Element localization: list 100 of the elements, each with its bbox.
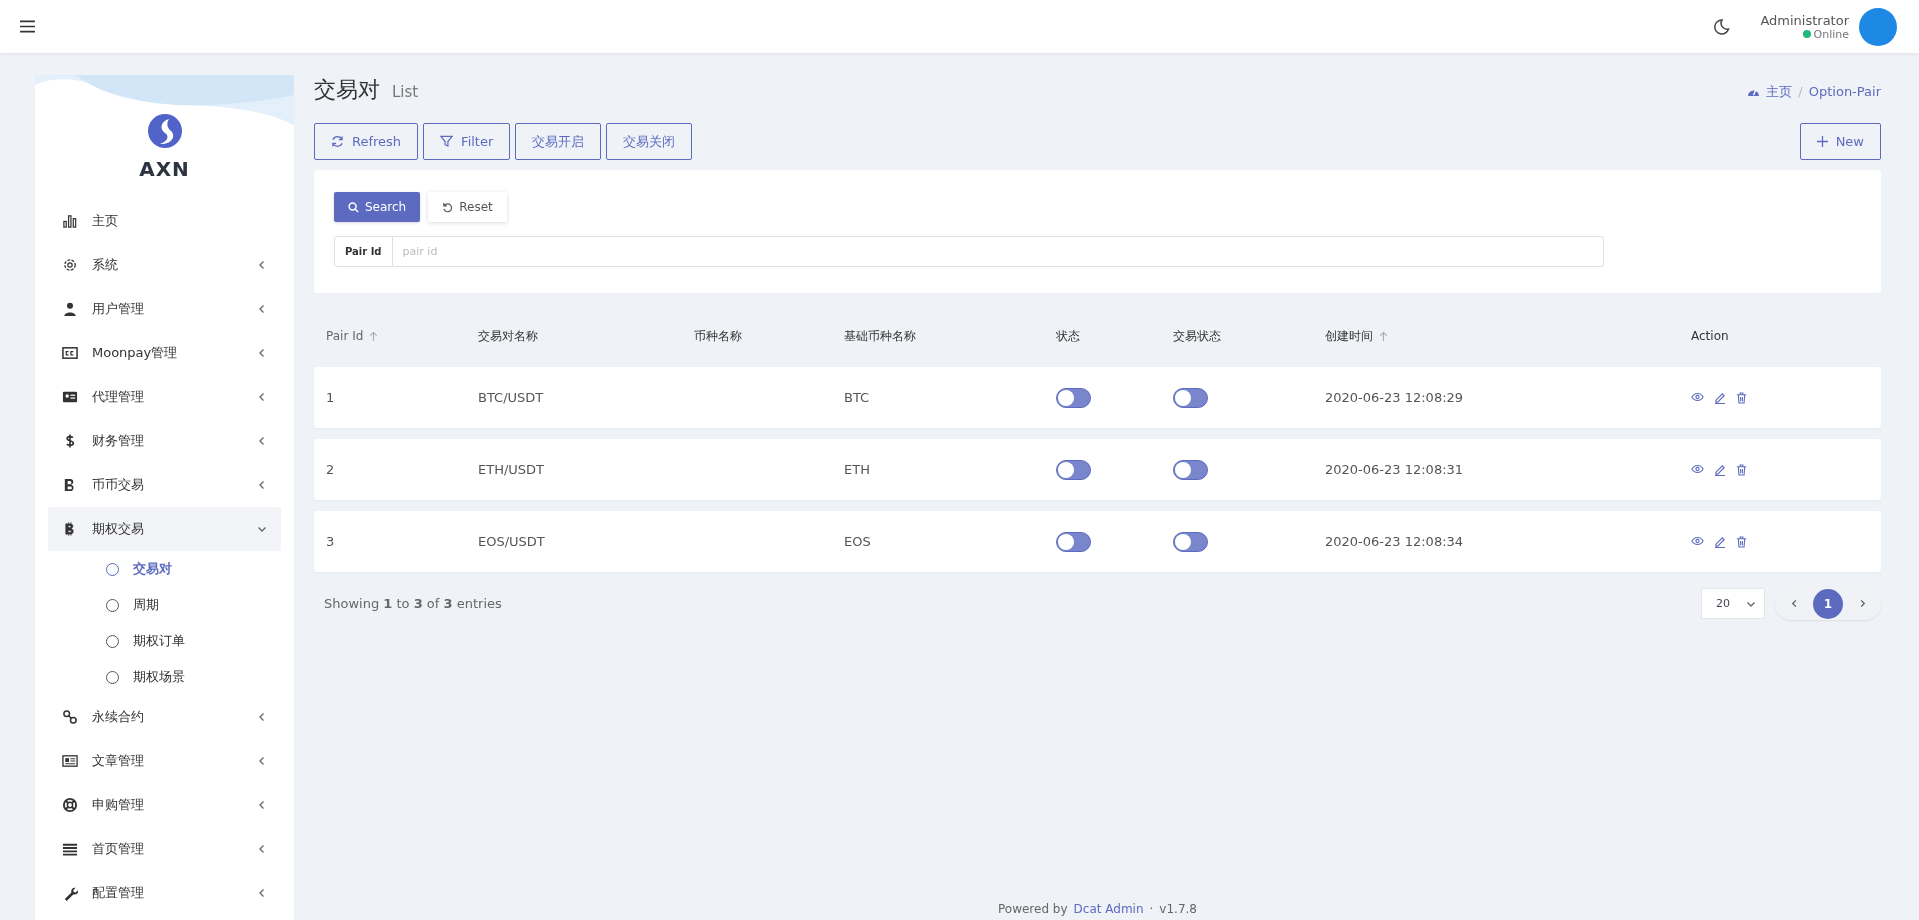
sidebar-item[interactable]: 文章管理 [48,739,281,783]
eye-icon[interactable] [1691,391,1704,402]
lifebuoy-icon [62,797,78,813]
pair-id-input[interactable]: pair id [392,236,1604,267]
search-icon [348,201,359,213]
sidebar-item[interactable]: 申购管理 [48,783,281,827]
chevron-left-icon [257,844,267,854]
bar-chart-icon [62,213,78,229]
footer-link[interactable]: Dcat Admin [1073,902,1144,916]
brand-name: AXN [139,157,190,181]
chevron-left-icon [257,800,267,810]
column-header: 交易状态 [1173,327,1221,345]
chevron-left-icon [257,712,267,722]
chevron-left-icon [257,888,267,898]
sidebar-subitem[interactable]: 交易对 [48,551,281,587]
table-cell-text: 3 [326,534,336,549]
page-button[interactable]: 1 [1813,588,1843,619]
toggle-switch[interactable] [1056,387,1091,408]
table-cell-text: EOS [844,534,872,549]
page-title: 交易对 [314,76,380,104]
reset-button[interactable]: Reset [428,192,507,222]
sidebar-item[interactable]: 首页管理 [48,827,281,871]
toolbar-button[interactable]: Filter [423,123,511,160]
sidebar-item[interactable]: 代理管理 [48,375,281,419]
list-icon [62,841,78,857]
sidebar-subitem[interactable]: 期权场景 [48,659,281,695]
breadcrumb-link[interactable]: Option-Pair [1808,84,1881,99]
breadcrumb-link[interactable]: 主页 [1766,82,1793,101]
menu-icon[interactable] [20,20,35,33]
avatar[interactable] [1859,7,1897,46]
toggle-switch[interactable] [1056,459,1091,480]
column-header[interactable]: Pair Id [326,329,379,343]
trash-icon[interactable] [1736,391,1747,404]
logo-icon [146,113,183,149]
chevron-left-icon [257,436,267,446]
sidebar-item[interactable]: 主页 [48,199,281,243]
sidebar-item[interactable]: 期权交易 [48,507,281,551]
toolbar-button[interactable]: 交易关闭 [606,123,693,160]
sidebar-item[interactable]: 财务管理 [48,419,281,463]
chevron-left-icon [257,348,267,358]
undo-icon [442,201,454,213]
status-dot [1802,30,1811,38]
page-subtitle: List [392,83,419,101]
table-cell-text: 2 [326,462,336,477]
toggle-switch[interactable] [1056,531,1091,552]
eye-icon[interactable] [1691,535,1704,546]
toggle-switch[interactable] [1173,387,1208,408]
plus-icon [1816,136,1828,147]
sidebar-item[interactable]: 系统 [48,243,281,287]
toolbar-button[interactable]: 交易开启 [515,123,602,160]
table-cell-text: 1 [326,390,336,405]
settings-icon [62,257,78,273]
table-cell-text: EOS/USDT [478,534,546,549]
table-cell-text: BTC [844,390,871,405]
sidebar-item[interactable]: 配置管理 [48,871,281,915]
chevron-left-icon [1789,599,1799,608]
eye-icon[interactable] [1691,463,1704,474]
sidebar-item[interactable]: 永续合约 [48,695,281,739]
column-header: Action [1691,329,1729,343]
edit-icon[interactable] [1714,463,1726,476]
id-card-icon [62,389,78,405]
new-button[interactable]: New [1799,123,1881,160]
search-button[interactable]: Search [334,192,421,222]
column-header: 币种名称 [694,327,742,345]
user-status: Online [1813,27,1849,41]
trash-icon[interactable] [1736,535,1747,548]
filter-icon [440,135,454,148]
wrench-icon [62,885,78,901]
footer-text: Powered by [998,902,1068,916]
toggle-switch[interactable] [1173,531,1208,552]
chevron-left-icon [257,756,267,766]
table-cell-text: ETH [844,462,871,477]
edit-icon[interactable] [1714,391,1726,404]
table-cell-text: ETH/USDT [478,462,546,477]
page-size-select[interactable]: 20 [1701,588,1765,619]
trash-icon[interactable] [1736,463,1747,476]
chevron-left-icon [257,392,267,402]
entries-summary: Showing 1 to 3 of 3 entries [324,596,502,611]
sidebar-item[interactable]: 币币交易 [48,463,281,507]
sidebar-item[interactable]: Moonpay管理 [48,331,281,375]
moon-icon[interactable] [1712,17,1731,36]
sidebar-subitem[interactable]: 周期 [48,587,281,623]
edit-icon[interactable] [1714,535,1726,548]
cc-icon [62,345,78,361]
table-cell-text: 2020-06-23 12:08:29 [1325,390,1465,405]
table-cell-text: BTC/USDT [478,390,545,405]
newspaper-icon [62,753,78,769]
chevron-left-icon [257,260,267,270]
column-header: 交易对名称 [478,327,538,345]
user-name: Administrator [1760,12,1849,28]
column-header: 状态 [1056,327,1080,345]
toolbar-button[interactable]: Refresh [314,123,419,160]
link-icon [62,709,78,725]
sidebar-item[interactable]: 用户管理 [48,287,281,331]
column-header[interactable]: 创建时间 [1325,327,1388,345]
breadcrumb-separator: / [1798,84,1803,99]
toggle-switch[interactable] [1173,459,1208,480]
sidebar-subitem[interactable]: 期权订单 [48,623,281,659]
refresh-icon [331,135,344,148]
chevron-down-icon [257,524,267,534]
